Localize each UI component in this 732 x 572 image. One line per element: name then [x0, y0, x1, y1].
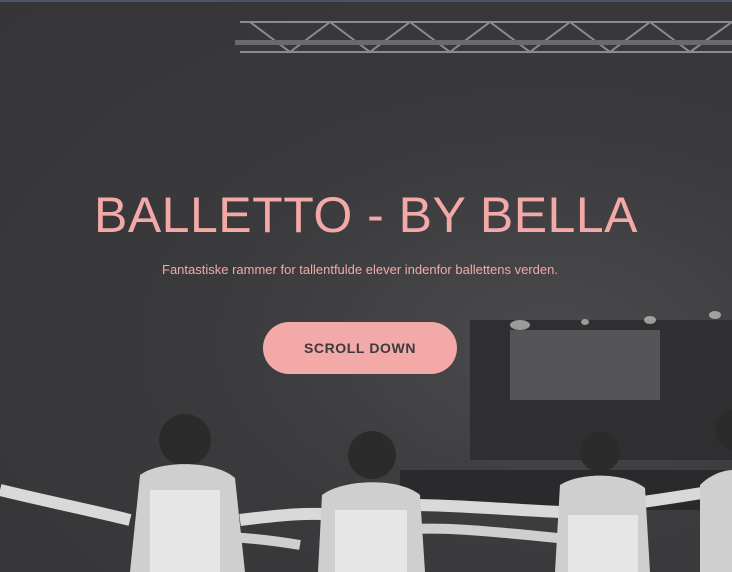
stage-truss [240, 20, 732, 54]
hero-section: BALLETTO - BY BELLA Fantastiske rammer f… [0, 0, 732, 572]
hero-subtitle: Fantastiske rammer for tallentfulde elev… [162, 262, 558, 277]
hero-background-image [0, 20, 732, 572]
hero-title: BALLETTO - BY BELLA [93, 187, 639, 243]
scroll-down-button[interactable]: SCROLL DOWN [263, 322, 457, 374]
